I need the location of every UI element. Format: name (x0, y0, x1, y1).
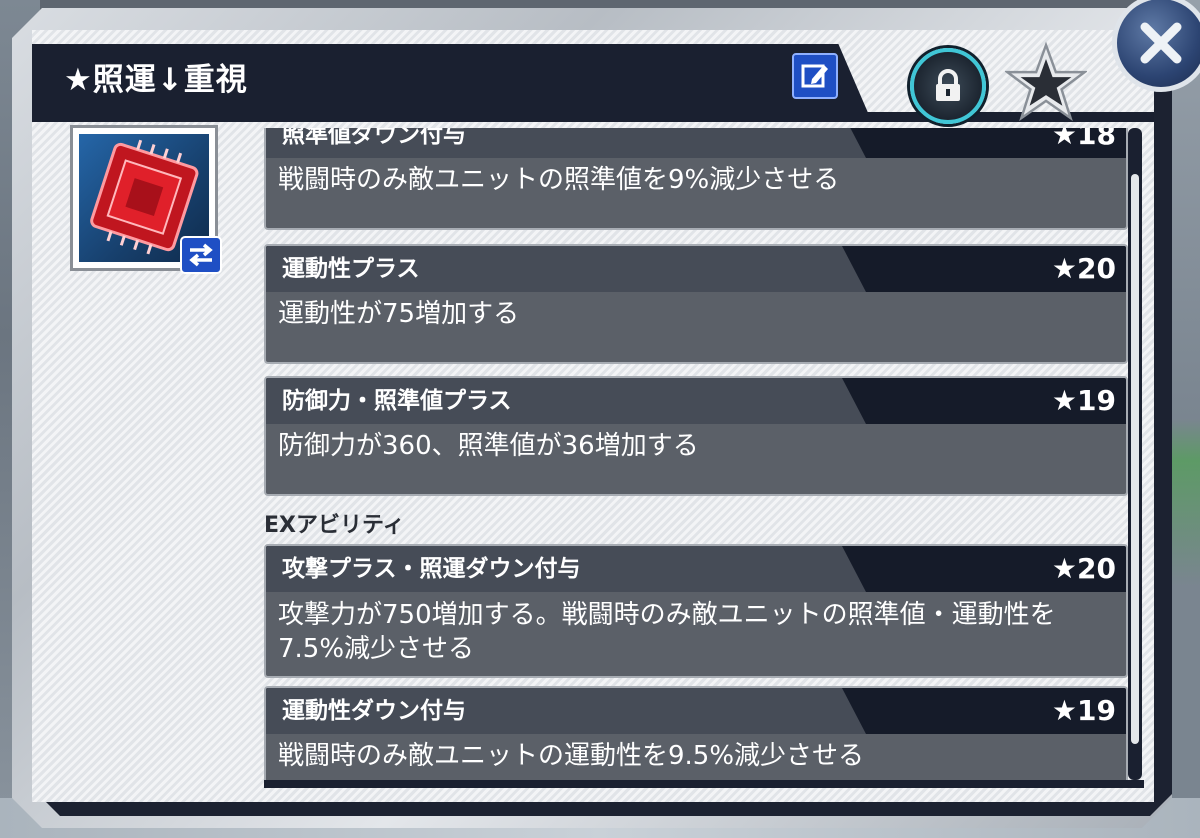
ability-card-header: 防御力・照準値プラス ★19 (266, 378, 1126, 424)
ability-card: 防御力・照準値プラス ★19 防御力が360、照準値が36増加する (264, 376, 1128, 496)
favorite-button[interactable] (1004, 40, 1088, 124)
ex-ability-section-label: EXアビリティ (264, 513, 405, 538)
star-icon (1005, 41, 1087, 122)
ability-description: 戦闘時のみ敵ユニットの照準値を9%減少させる (278, 165, 840, 195)
ability-description: 戦闘時のみ敵ユニットの運動性を9.5%減少させる (278, 741, 865, 771)
part-title: ★照運↓重視 (64, 62, 248, 98)
ability-name: 運動性ダウン付与 (282, 698, 466, 724)
ability-rank: ★18 (1051, 128, 1116, 151)
ability-card: 運動性プラス ★20 運動性が75増加する (264, 244, 1128, 364)
lock-button[interactable] (910, 48, 986, 124)
ability-name: 運動性プラス (282, 256, 420, 282)
edit-button[interactable] (792, 53, 838, 99)
swap-button[interactable] (180, 236, 222, 274)
ability-list[interactable]: 照準値ダウン付与 ★18 戦闘時のみ敵ユニットの照準値を9%減少させる 運動性プ… (264, 128, 1144, 780)
scrollbar-thumb[interactable] (1131, 174, 1139, 744)
header-underline (32, 112, 1154, 122)
ability-name: 照準値ダウン付与 (282, 128, 466, 148)
ex-ability-card: 攻撃プラス・照運ダウン付与 ★20 攻撃力が750増加する。戦闘時のみ敵ユニット… (264, 544, 1128, 678)
ability-description: 防御力が360、照準値が36増加する (278, 431, 699, 461)
ability-card: 照準値ダウン付与 ★18 戦闘時のみ敵ユニットの照準値を9%減少させる (264, 128, 1128, 230)
ability-card-header: 攻撃プラス・照運ダウン付与 ★20 (266, 546, 1126, 592)
ability-description: 運動性が75増加する (278, 299, 520, 329)
ability-rank: ★20 (1051, 552, 1116, 585)
ability-card-header: 運動性プラス ★20 (266, 246, 1126, 292)
ability-name: 攻撃プラス・照運ダウン付与 (282, 556, 581, 582)
edit-icon (801, 64, 828, 88)
ability-description: 攻撃力が750増加する。戦闘時のみ敵ユニットの照準値・運動性を7.5%減少させる (278, 600, 1056, 664)
lock-icon (936, 69, 960, 101)
ability-rank: ★19 (1051, 384, 1116, 417)
list-bottom-edge (264, 780, 1144, 788)
ability-card-header: 照準値ダウン付与 ★18 (266, 128, 1126, 158)
swap-icon (189, 243, 213, 267)
ability-rank: ★20 (1051, 252, 1116, 285)
ex-ability-card: 運動性ダウン付与 ★19 戦闘時のみ敵ユニットの運動性を9.5%減少させる (264, 686, 1128, 780)
ability-card-header: 運動性ダウン付与 ★19 (266, 688, 1126, 734)
ability-name: 防御力・照準値プラス (282, 388, 512, 414)
close-icon (1140, 22, 1182, 64)
ability-rank: ★19 (1051, 694, 1116, 727)
